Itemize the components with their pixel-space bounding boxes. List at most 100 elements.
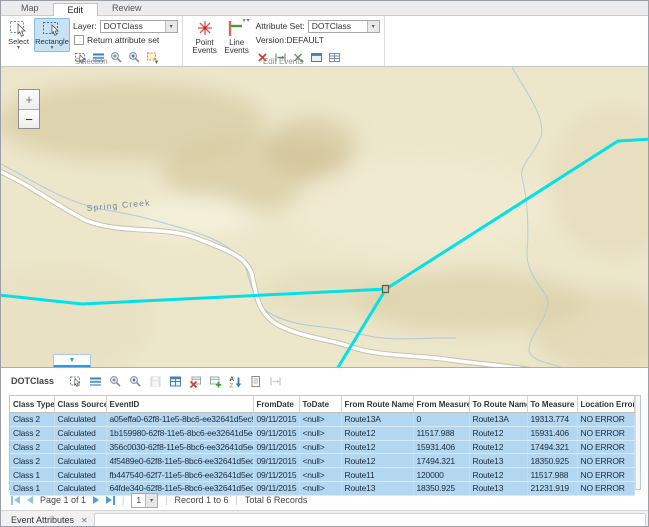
attribute-set-combobox[interactable]: DOTClass ▾ bbox=[308, 20, 380, 33]
table-cell[interactable]: 120000 bbox=[413, 468, 469, 482]
previous-page-button[interactable] bbox=[27, 496, 33, 504]
table-cell[interactable]: Calculated bbox=[54, 454, 106, 468]
delete-records-icon[interactable] bbox=[188, 374, 202, 388]
attribute-table-icon[interactable] bbox=[168, 374, 182, 388]
table-cell[interactable]: 21231.919 bbox=[527, 481, 577, 495]
table-cell[interactable]: 11517.988 bbox=[527, 468, 577, 482]
table-cell[interactable]: <null> bbox=[299, 440, 341, 454]
rectangle-tool-button[interactable]: Rectangle ▾ bbox=[34, 18, 70, 52]
column-header[interactable]: From Measure bbox=[413, 396, 469, 413]
column-header[interactable]: EventID bbox=[106, 396, 253, 413]
map-view[interactable]: Spring Creek + − ▼ bbox=[1, 67, 648, 367]
table-cell[interactable]: 09/11/2015 bbox=[253, 454, 299, 468]
zoom-to-selected-icon[interactable] bbox=[108, 374, 122, 388]
table-cell[interactable]: Route12 bbox=[341, 440, 413, 454]
table-cell[interactable]: <null> bbox=[299, 468, 341, 482]
table-cell[interactable]: Calculated bbox=[54, 468, 106, 482]
table-cell[interactable]: fb447540-62f7-11e5-8bc6-ee32641d5ec9 bbox=[106, 468, 253, 482]
save-edits-icon[interactable] bbox=[148, 374, 162, 388]
table-row[interactable]: Class 2Calculateda05effa0-62f8-11e5-8bc6… bbox=[10, 413, 634, 427]
table-cell[interactable]: NO ERROR bbox=[577, 468, 634, 482]
layer-combobox[interactable]: DOTClass ▾ bbox=[100, 20, 178, 33]
table-cell[interactable]: NO ERROR bbox=[577, 426, 634, 440]
table-row[interactable]: Class 2Calculated4f5489e0-62f8-11e5-8bc6… bbox=[10, 454, 634, 468]
table-cell[interactable]: <null> bbox=[299, 413, 341, 427]
zoom-out-button[interactable]: − bbox=[19, 109, 39, 128]
last-page-button[interactable] bbox=[106, 496, 115, 505]
table-cell[interactable]: Route13 bbox=[341, 481, 413, 495]
table-cell[interactable]: Class 1 bbox=[10, 468, 54, 482]
table-cell[interactable]: Class 2 bbox=[10, 413, 54, 427]
table-cell[interactable]: 17494.321 bbox=[527, 440, 577, 454]
column-header[interactable]: FromDate bbox=[253, 396, 299, 413]
table-vertical-scrollbar[interactable] bbox=[635, 396, 641, 489]
table-cell[interactable]: 11517.988 bbox=[413, 426, 469, 440]
table-cell[interactable]: Class 2 bbox=[10, 440, 54, 454]
table-cell[interactable]: 18350.925 bbox=[527, 454, 577, 468]
line-events-carets-icon[interactable]: ▾▾ bbox=[243, 19, 251, 24]
column-header[interactable]: Location Error bbox=[577, 396, 634, 413]
table-cell[interactable]: Route12 bbox=[469, 468, 527, 482]
select-records-icon[interactable] bbox=[68, 374, 82, 388]
select-tool-button[interactable]: Select ▾ bbox=[4, 18, 33, 52]
table-cell[interactable]: 356c0030-62f8-11e5-8bc6-ee32641d5ec9 bbox=[106, 440, 253, 454]
line-events-button[interactable]: ▾▾ Line Events bbox=[221, 19, 253, 55]
table-cell[interactable]: NO ERROR bbox=[577, 454, 634, 468]
table-cell[interactable]: Route11 bbox=[341, 468, 413, 482]
table-cell[interactable]: Route13 bbox=[469, 481, 527, 495]
measure-adjust-icon[interactable] bbox=[268, 374, 282, 388]
column-header[interactable]: From Route Name bbox=[341, 396, 413, 413]
table-cell[interactable]: Route12 bbox=[469, 440, 527, 454]
table-cell[interactable]: 09/11/2015 bbox=[253, 481, 299, 495]
table-cell[interactable]: Route13A bbox=[341, 413, 413, 427]
table-row[interactable]: Class 1Calculated64fde340-62f8-11e5-8bc6… bbox=[10, 481, 634, 495]
options-menu-icon[interactable] bbox=[88, 374, 102, 388]
table-cell[interactable]: 1b159980-62f8-11e5-8bc6-ee32641d5ec9 bbox=[106, 426, 253, 440]
table-cell[interactable]: NO ERROR bbox=[577, 440, 634, 454]
column-header[interactable]: Class Source bbox=[54, 396, 106, 413]
return-attribute-set-checkbox[interactable] bbox=[74, 35, 84, 45]
table-cell[interactable]: 17494.321 bbox=[413, 454, 469, 468]
tab-edit[interactable]: Edit bbox=[53, 3, 99, 16]
table-cell[interactable]: Route12 bbox=[469, 426, 527, 440]
table-cell[interactable]: <null> bbox=[299, 426, 341, 440]
report-icon[interactable] bbox=[248, 374, 262, 388]
table-cell[interactable]: Class 1 bbox=[10, 481, 54, 495]
close-tab-icon[interactable]: ✕ bbox=[81, 516, 88, 525]
table-cell[interactable]: Calculated bbox=[54, 413, 106, 427]
table-cell[interactable]: 15931.406 bbox=[527, 426, 577, 440]
table-cell[interactable]: Calculated bbox=[54, 426, 106, 440]
table-cell[interactable]: a05effa0-62f8-11e5-8bc6-ee32641d5ec9 bbox=[106, 413, 253, 427]
table-cell[interactable]: 0 bbox=[413, 413, 469, 427]
table-cell[interactable]: NO ERROR bbox=[577, 481, 634, 495]
pan-to-selected-icon[interactable] bbox=[128, 374, 142, 388]
table-cell[interactable]: 09/11/2015 bbox=[253, 440, 299, 454]
column-header[interactable]: ToDate bbox=[299, 396, 341, 413]
layer-combo-arrow-icon[interactable]: ▾ bbox=[165, 21, 177, 32]
page-number-arrow-icon[interactable]: ▾ bbox=[145, 494, 157, 507]
table-cell[interactable]: 09/11/2015 bbox=[253, 413, 299, 427]
zoom-in-button[interactable]: + bbox=[19, 90, 39, 109]
table-cell[interactable]: Route12 bbox=[341, 454, 413, 468]
column-header[interactable]: Class Type bbox=[10, 396, 54, 413]
table-cell[interactable]: 64fde340-62f8-11e5-8bc6-ee32641d5ec9 bbox=[106, 481, 253, 495]
column-header[interactable]: To Route Name bbox=[469, 396, 527, 413]
point-events-button[interactable]: Point Events bbox=[189, 19, 221, 55]
table-row[interactable]: Class 2Calculated356c0030-62f8-11e5-8bc6… bbox=[10, 440, 634, 454]
table-cell[interactable]: 19313.774 bbox=[527, 413, 577, 427]
event-attributes-tab[interactable]: Event Attributes bbox=[11, 515, 74, 525]
table-cell[interactable]: Route13 bbox=[469, 454, 527, 468]
table-row[interactable]: Class 1Calculatedfb447540-62f7-11e5-8bc6… bbox=[10, 468, 634, 482]
first-page-button[interactable] bbox=[11, 496, 20, 505]
table-cell[interactable]: Calculated bbox=[54, 440, 106, 454]
panel-collapse-handle[interactable]: ▼ bbox=[53, 354, 91, 367]
table-cell[interactable]: <null> bbox=[299, 454, 341, 468]
table-cell[interactable]: 18350.925 bbox=[413, 481, 469, 495]
table-cell[interactable]: 15931.406 bbox=[413, 440, 469, 454]
route-junction-vertex[interactable] bbox=[383, 286, 389, 293]
tab-review[interactable]: Review bbox=[98, 2, 156, 15]
table-cell[interactable]: Calculated bbox=[54, 481, 106, 495]
tab-map[interactable]: Map bbox=[7, 2, 53, 15]
add-records-icon[interactable] bbox=[208, 374, 222, 388]
sort-records-icon[interactable]: AZ bbox=[228, 374, 242, 388]
